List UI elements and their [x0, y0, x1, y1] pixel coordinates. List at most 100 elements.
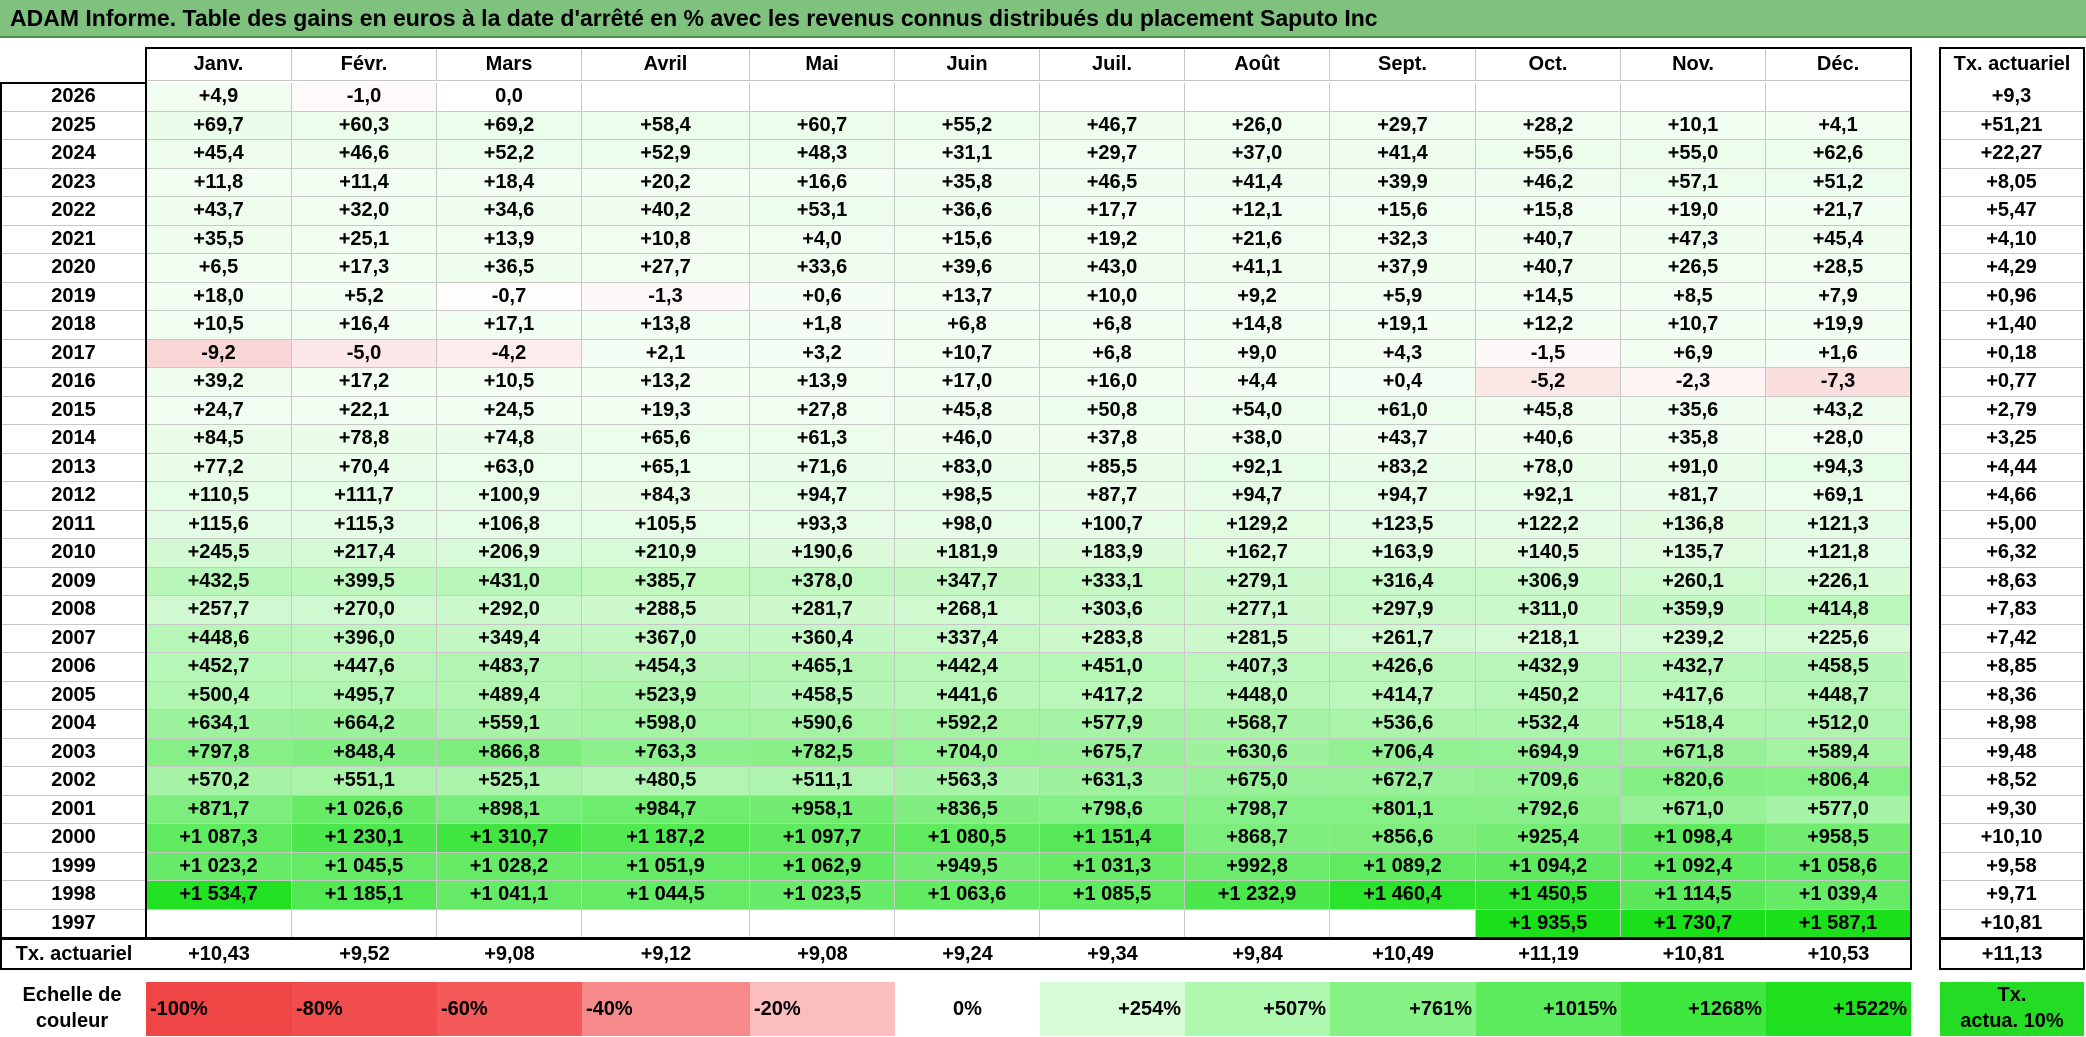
color-scale-swatch: +1522%: [1766, 982, 1911, 1036]
gain-cell: +709,6: [1476, 767, 1621, 796]
gain-cell: +1 063,6: [895, 881, 1040, 910]
rate-cell: +0,18: [1940, 339, 2084, 368]
gain-cell: +121,3: [1766, 510, 1911, 539]
gain-cell: [1040, 909, 1185, 938]
year-label: 2003: [2, 738, 146, 767]
rate-cell: +8,63: [1940, 567, 2084, 596]
rate-cell: +8,05: [1940, 168, 2084, 197]
gain-cell: +46,2: [1476, 168, 1621, 197]
gain-cell: -5,2: [1476, 368, 1621, 397]
rate-cell: +1,40: [1940, 311, 2084, 340]
gain-cell: +14,5: [1476, 282, 1621, 311]
year-label: 2022: [2, 197, 146, 226]
color-scale-label-line2: couleur: [35, 1010, 109, 1032]
gain-cell: +55,6: [1476, 140, 1621, 169]
gain-cell: +1 041,1: [437, 881, 582, 910]
footer-rate-cell: +11,19: [1518, 942, 1579, 965]
gain-cell: +41,1: [1185, 254, 1330, 283]
gain-cell: +37,8: [1040, 425, 1185, 454]
gain-cell: +664,2: [292, 710, 437, 739]
gain-cell: 0,0: [437, 83, 582, 112]
gain-cell: +451,0: [1040, 653, 1185, 682]
gain-cell: +55,0: [1621, 140, 1766, 169]
gain-cell: +60,7: [750, 111, 895, 140]
gain-cell: +570,2: [146, 767, 292, 796]
rate-scale-label-line2: actua. 10%: [1960, 1010, 2064, 1032]
gain-cell: +53,1: [750, 197, 895, 226]
gain-cell: +162,7: [1185, 539, 1330, 568]
gain-cell: +94,3: [1766, 453, 1911, 482]
gain-cell: +46,0: [895, 425, 1040, 454]
gain-cell: +1 058,6: [1766, 852, 1911, 881]
gain-cell: +74,8: [437, 425, 582, 454]
gain-cell: +94,7: [750, 482, 895, 511]
gain-cell: +359,9: [1621, 596, 1766, 625]
gain-cell: +11,8: [146, 168, 292, 197]
gain-cell: +22,1: [292, 396, 437, 425]
gain-cell: +13,8: [582, 311, 750, 340]
gain-cell: +432,9: [1476, 653, 1621, 682]
gain-cell: +399,5: [292, 567, 437, 596]
gain-cell: +24,7: [146, 396, 292, 425]
gain-cell: -1,3: [582, 282, 750, 311]
gain-cell: +100,7: [1040, 510, 1185, 539]
gain-cell: [1621, 83, 1766, 112]
gain-cell: +871,7: [146, 795, 292, 824]
gain-cell: +1 587,1: [1766, 909, 1911, 938]
gain-cell: +225,6: [1766, 624, 1911, 653]
rate-cell: +4,29: [1940, 254, 2084, 283]
month-header: Mai: [750, 48, 895, 81]
gain-cell: +54,0: [1185, 396, 1330, 425]
gain-cell: +35,5: [146, 225, 292, 254]
rate-cell: +8,52: [1940, 767, 2084, 796]
gain-cell: +1 730,7: [1621, 909, 1766, 938]
gain-cell: +958,1: [750, 795, 895, 824]
gain-cell: +281,7: [750, 596, 895, 625]
gain-cell: +694,9: [1476, 738, 1621, 767]
gain-cell: +106,8: [437, 510, 582, 539]
gain-cell: +1,8: [750, 311, 895, 340]
gain-cell: +163,9: [1330, 539, 1476, 568]
gain-cell: +798,7: [1185, 795, 1330, 824]
gain-cell: +856,6: [1330, 824, 1476, 853]
gain-cell: +18,0: [146, 282, 292, 311]
footer-rate-cell: +9,08: [797, 942, 848, 965]
footer-rate-cell: +10,49: [1372, 942, 1434, 965]
gain-cell: +992,8: [1185, 852, 1330, 881]
gain-cell: [895, 909, 1040, 938]
gain-cell: +31,1: [895, 140, 1040, 169]
footer-total-rate: +11,13: [1981, 942, 2043, 965]
gain-cell: +630,6: [1185, 738, 1330, 767]
gain-cell: +10,7: [895, 339, 1040, 368]
gain-cell: -1,0: [292, 83, 437, 112]
gain-cell: +1 062,9: [750, 852, 895, 881]
gain-cell: +93,3: [750, 510, 895, 539]
gain-cell: +55,2: [895, 111, 1040, 140]
year-label: 2018: [2, 311, 146, 340]
gain-cell: +868,7: [1185, 824, 1330, 853]
gain-cell: +337,4: [895, 624, 1040, 653]
gain-cell: +83,0: [895, 453, 1040, 482]
gain-cell: +28,5: [1766, 254, 1911, 283]
gain-cell: +1 023,2: [146, 852, 292, 881]
gain-cell: +9,0: [1185, 339, 1330, 368]
gain-cell: +1 080,5: [895, 824, 1040, 853]
gain-cell: +61,0: [1330, 396, 1476, 425]
gain-cell: +898,1: [437, 795, 582, 824]
gain-cell: +77,2: [146, 453, 292, 482]
gain-cell: +43,7: [1330, 425, 1476, 454]
gain-cell: +12,1: [1185, 197, 1330, 226]
gain-cell: +1 039,4: [1766, 881, 1911, 910]
gain-cell: +57,1: [1621, 168, 1766, 197]
gain-cell: +483,7: [437, 653, 582, 682]
gain-cell: -2,3: [1621, 368, 1766, 397]
gain-cell: +25,1: [292, 225, 437, 254]
gain-cell: +27,8: [750, 396, 895, 425]
footer-rate-cell: +9,52: [339, 942, 390, 965]
gain-cell: +441,6: [895, 681, 1040, 710]
gain-cell: +245,5: [146, 539, 292, 568]
gain-cell: +458,5: [1766, 653, 1911, 682]
gain-cell: +525,1: [437, 767, 582, 796]
gain-cell: [1185, 909, 1330, 938]
gain-cell: +70,4: [292, 453, 437, 482]
